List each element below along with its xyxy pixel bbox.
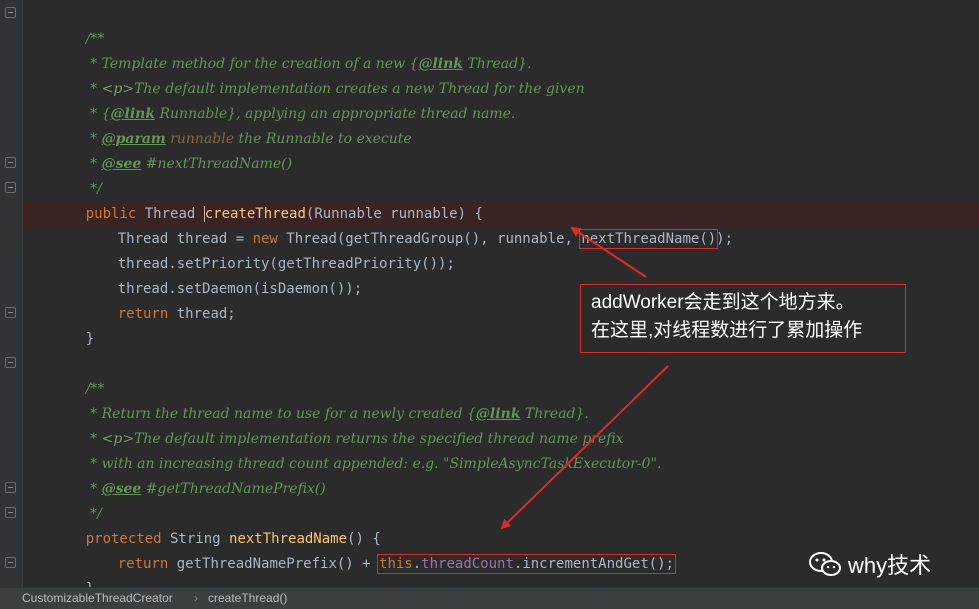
code-line[interactable]: return getThreadNamePrefix() + this.thre… (84, 527, 677, 574)
fold-icon[interactable] (5, 182, 16, 193)
callout-line: addWorker会走到这个地方来。 (591, 292, 855, 313)
breadcrumb-method[interactable]: createThread() (208, 588, 287, 609)
highlight-box-next-thread-name: nextThreadName() (579, 229, 719, 249)
fold-icon[interactable] (5, 7, 16, 18)
code-line[interactable]: /** (52, 352, 105, 397)
code-text: . (412, 556, 422, 572)
code-line[interactable]: * @param runnable the Runnable to execut… (52, 102, 412, 147)
code-line[interactable]: * <p>The default implementation returns … (52, 402, 623, 447)
code-text: ); (716, 231, 734, 247)
fold-icon[interactable] (5, 157, 16, 168)
code-line[interactable]: protected String nextThreadName() { (52, 502, 381, 547)
fold-icon[interactable] (5, 482, 16, 493)
field-name: threadCount (421, 556, 514, 572)
code-line[interactable]: } (52, 552, 94, 587)
editor-gutter (0, 0, 23, 587)
code-line[interactable]: public Thread createThread(Runnable runn… (52, 177, 483, 222)
code-line[interactable]: Thread thread = new Thread(getThreadGrou… (84, 202, 733, 249)
code-line[interactable]: return thread; (84, 277, 236, 322)
code-text: thread; (168, 306, 236, 322)
code-line[interactable]: * with an increasing thread count append… (52, 427, 661, 472)
doc-comment: #getThreadNamePrefix() (141, 481, 326, 497)
keyword: return (117, 556, 169, 572)
fold-icon[interactable] (5, 557, 16, 568)
doc-comment: #nextThreadName() (141, 156, 293, 172)
breadcrumb: CustomizableThreadCreator › createThread… (0, 587, 979, 609)
code-line[interactable]: /** (52, 2, 105, 47)
code-text: getThreadNamePrefix() + (168, 556, 380, 572)
annotation-callout: addWorker会走到这个地方来。 在这里,对线程数进行了累加操作 (580, 284, 906, 353)
code-line[interactable]: */ (52, 477, 102, 522)
watermark: why技术 (808, 548, 931, 580)
doc-tag: @see (101, 156, 142, 172)
fold-icon[interactable] (5, 507, 16, 518)
keyword: this (379, 556, 413, 572)
breadcrumb-separator: › (194, 591, 198, 605)
fold-icon[interactable] (5, 357, 16, 368)
code-line[interactable]: * {@link Runnable}, applying an appropri… (52, 77, 515, 122)
wechat-icon (809, 552, 841, 576)
fold-icon[interactable] (5, 307, 16, 318)
code-line[interactable]: * Template method for the creation of a … (52, 27, 531, 72)
callout-line: 在这里,对线程数进行了累加操作 (591, 320, 863, 341)
code-line[interactable]: thread.setDaemon(isDaemon()); (84, 252, 362, 297)
code-line[interactable]: * Return the thread name to use for a ne… (52, 377, 589, 422)
code-line[interactable]: thread.setPriority(getThreadPriority()); (84, 227, 455, 272)
highlight-box-increment: this.threadCount.incrementAndGet(); (377, 554, 677, 574)
code-line[interactable]: * @see #nextThreadName() (52, 127, 292, 172)
code-line[interactable]: */ (52, 152, 102, 197)
code-line[interactable]: * <p>The default implementation creates … (52, 52, 584, 97)
code-line[interactable]: } (52, 302, 94, 347)
doc-tag: @see (101, 481, 142, 497)
keyword: return (117, 306, 169, 322)
code-line[interactable]: * @see #getThreadNamePrefix() (52, 452, 326, 497)
watermark-text: why技术 (848, 553, 932, 578)
code-text: .incrementAndGet(); (513, 556, 675, 572)
code-text: } (85, 331, 95, 347)
breadcrumb-class[interactable]: CustomizableThreadCreator (22, 588, 173, 609)
